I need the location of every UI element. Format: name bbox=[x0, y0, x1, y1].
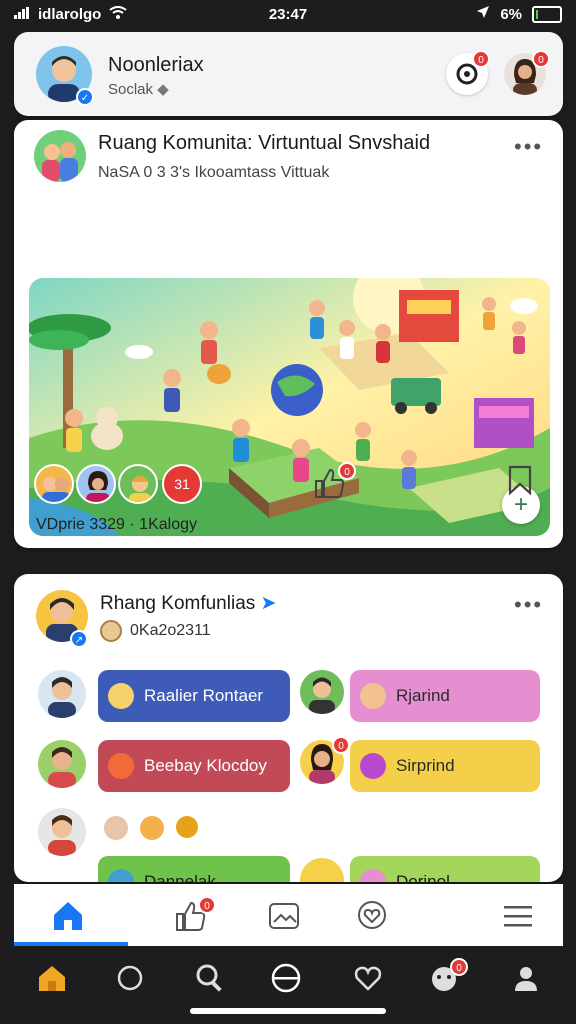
member-chip[interactable]: Rjarind bbox=[350, 670, 540, 722]
share-badge: ↗ bbox=[70, 630, 88, 648]
nav-like-badge: 0 bbox=[198, 896, 216, 914]
account-badge: 0 bbox=[532, 50, 550, 68]
reactor-avatar[interactable] bbox=[76, 464, 116, 504]
gallery-icon[interactable] bbox=[266, 898, 302, 934]
reactor-avatar[interactable] bbox=[118, 464, 158, 504]
battery-text: 6% bbox=[500, 5, 522, 23]
bookmark-icon[interactable] bbox=[504, 464, 536, 496]
pill-icon[interactable] bbox=[270, 962, 302, 994]
chip-icon bbox=[360, 683, 386, 709]
member-avatar[interactable] bbox=[38, 740, 86, 788]
active-tab-indicator bbox=[14, 942, 128, 946]
status-bar: idlarolgo 23:47 6% bbox=[0, 0, 576, 30]
bell-emoji-icon[interactable] bbox=[176, 816, 198, 838]
menu-icon[interactable] bbox=[500, 898, 536, 934]
member-chip[interactable]: Sirprind bbox=[350, 740, 540, 792]
more-options-icon[interactable]: ••• bbox=[514, 592, 543, 618]
post-subtitle: NaSA 0 3 3's Ikooamtass Vittuak bbox=[98, 164, 330, 181]
tag-icon: ◆ bbox=[157, 81, 169, 98]
person-icon[interactable] bbox=[510, 962, 542, 994]
notification-badge: 0 bbox=[472, 50, 490, 68]
member-avatar[interactable] bbox=[300, 670, 344, 714]
member-chip[interactable]: Dannelak bbox=[98, 856, 290, 882]
chip-icon bbox=[108, 683, 134, 709]
member-avatar[interactable] bbox=[300, 858, 344, 882]
chip-icon bbox=[108, 869, 134, 882]
more-options-icon[interactable]: ••• bbox=[514, 134, 543, 160]
verified-icon: ➤ bbox=[260, 593, 277, 614]
location-icon bbox=[476, 5, 490, 23]
status-right: 6% bbox=[476, 5, 562, 23]
face-emoji-icon[interactable] bbox=[104, 816, 128, 840]
post-card-1: Ruang Komunita: Virtuntual Snvshaid NaSA… bbox=[14, 120, 563, 548]
coin-icon bbox=[100, 620, 122, 642]
chip-icon bbox=[360, 753, 386, 779]
chip-icon bbox=[108, 753, 134, 779]
verified-badge: ✓ bbox=[76, 88, 94, 106]
cat-emoji-icon[interactable] bbox=[140, 816, 164, 840]
member-chip[interactable]: Beebay Klocdoy bbox=[98, 740, 290, 792]
post-card-2: ↗ Rhang Komfunlias ➤ 0Ka2o2311 ••• Raali… bbox=[14, 574, 563, 882]
like-badge: 0 bbox=[338, 462, 356, 480]
post-title: Ruang Komunita: Virtuntual Snvshaid bbox=[98, 132, 431, 154]
battery-icon bbox=[532, 5, 562, 23]
member-avatar[interactable] bbox=[38, 670, 86, 718]
more-reactions-icon[interactable]: 31 bbox=[162, 464, 202, 504]
member-avatar[interactable] bbox=[38, 808, 86, 856]
member-chip[interactable]: Dorinol bbox=[350, 856, 540, 882]
home-indicator[interactable] bbox=[190, 1008, 386, 1014]
member-chip[interactable]: Raalier Rontaer bbox=[98, 670, 290, 722]
home-icon[interactable] bbox=[36, 962, 68, 994]
heart-icon[interactable] bbox=[352, 962, 384, 994]
chip-icon bbox=[360, 869, 386, 882]
search-icon[interactable] bbox=[194, 962, 226, 994]
member-badge: 0 bbox=[332, 736, 350, 754]
profile-name: Noonleriax bbox=[108, 54, 204, 76]
circle-icon[interactable] bbox=[114, 962, 146, 994]
post-code: 0Ka2o2311 bbox=[100, 620, 211, 642]
post-title: Rhang Komfunlias ➤ bbox=[100, 593, 277, 614]
bottom-navigation: 0 bbox=[14, 884, 563, 946]
heart-chat-icon[interactable] bbox=[354, 898, 390, 934]
home-icon[interactable] bbox=[50, 898, 86, 934]
reactor-avatar[interactable] bbox=[34, 464, 74, 504]
profile-subtitle: Soclak ◆ bbox=[108, 81, 169, 98]
community-avatar[interactable] bbox=[34, 130, 86, 182]
system-badge: 0 bbox=[450, 958, 468, 976]
post-meta: VDprie 3329 · 1Kalogy bbox=[36, 516, 197, 533]
emoji-row bbox=[104, 816, 198, 840]
profile-header: ✓ Noonleriax Soclak ◆ 0 0 bbox=[14, 32, 563, 116]
